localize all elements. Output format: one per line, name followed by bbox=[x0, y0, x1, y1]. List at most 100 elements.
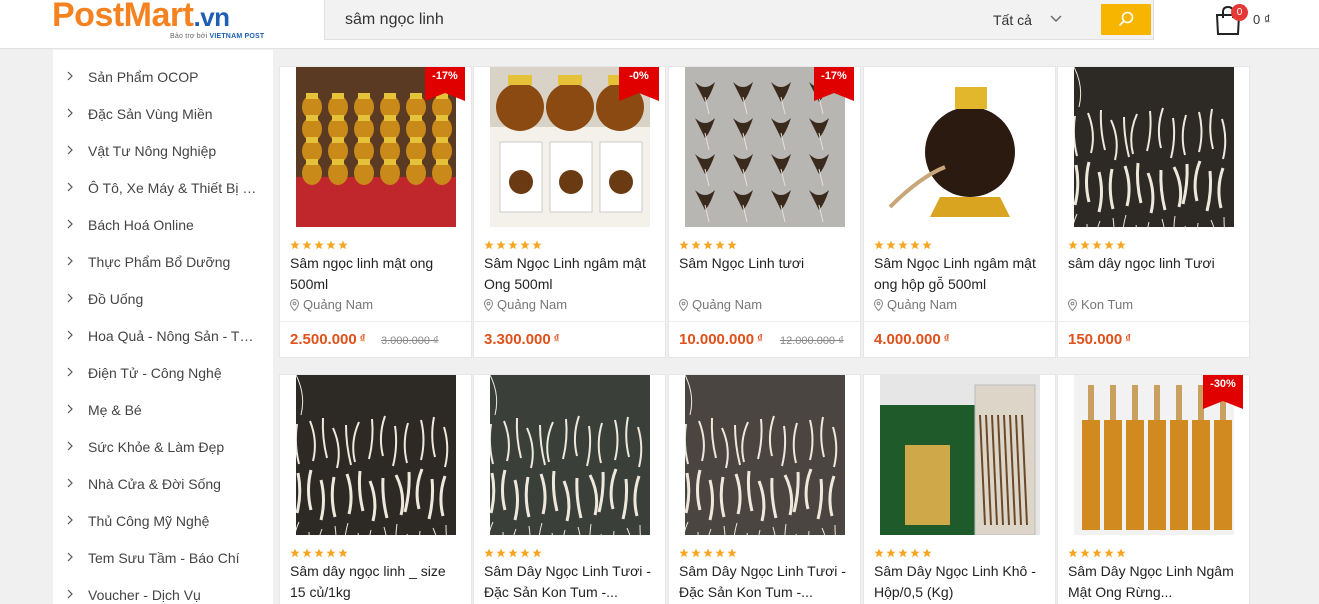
product-image[interactable] bbox=[1074, 67, 1234, 227]
product-price: 2.500.000 ₫ bbox=[290, 331, 366, 348]
chevron-right-icon bbox=[67, 515, 73, 525]
card-divider bbox=[474, 321, 665, 322]
product-location: Quảng Nam bbox=[678, 297, 762, 312]
product-old-price: 3.000.000 ₫ bbox=[381, 335, 439, 347]
sidebar-item-label: Vật Tư Nông Nghiệp bbox=[88, 142, 217, 159]
logo-tld: .vn bbox=[193, 2, 230, 32]
product-name[interactable]: Sâm Dây Ngọc Linh Khô - Hộp/0,5 (Kg) bbox=[874, 561, 1049, 603]
product-price: 10.000.000 ₫ bbox=[679, 331, 763, 348]
product-card[interactable]: -17% Sâm Ngọc Linh tươi Quảng Nam 10.000.00… bbox=[668, 66, 861, 358]
product-card[interactable]: -17% Sâm ngọc linh mật ong 500ml Quảng Nam… bbox=[279, 66, 472, 358]
rating-stars bbox=[290, 237, 350, 250]
search-button[interactable] bbox=[1101, 4, 1151, 35]
product-card[interactable]: -0% Sâm Ngọc Linh ngâm mật Ong 500ml Quảng… bbox=[473, 66, 666, 358]
product-image[interactable] bbox=[880, 67, 1040, 227]
product-card[interactable]: Sâm Dây Ngọc Linh Tươi - Đặc Sản Kon Tum… bbox=[473, 374, 666, 604]
product-location: Kon Tum bbox=[1067, 297, 1133, 312]
sidebar-item-label: Thủ Công Mỹ Nghệ bbox=[88, 512, 210, 529]
sidebar-item-label: Đặc Sản Vùng Miền bbox=[88, 105, 213, 122]
sidebar-item[interactable]: Hoa Quả - Nông Sản - Thực Phẩm bbox=[53, 317, 273, 354]
sidebar-item[interactable]: Tem Sưu Tầm - Báo Chí bbox=[53, 539, 273, 576]
product-name[interactable]: Sâm Dây Ngọc Linh Tươi - Đặc Sản Kon Tum… bbox=[484, 561, 659, 603]
chevron-right-icon bbox=[67, 552, 73, 562]
product-name[interactable]: Sâm Dây Ngọc Linh Ngâm Mật Ong Rừng... bbox=[1068, 561, 1243, 603]
category-sidebar: Sản Phẩm OCOP Đặc Sản Vùng Miền Vật Tư Nôn… bbox=[53, 50, 273, 604]
logo-sub-small: Bảo trợ bởi bbox=[170, 33, 208, 40]
logo-tagline: Bảo trợ bởi VIETNAM POST bbox=[170, 33, 264, 40]
chevron-right-icon bbox=[67, 330, 73, 340]
sidebar-item[interactable]: Voucher - Dịch Vụ bbox=[53, 576, 273, 604]
search-category-select[interactable]: Tất cả bbox=[993, 0, 1032, 40]
chevron-right-icon bbox=[67, 404, 73, 414]
product-card[interactable]: sâm dây ngọc linh Tươi Kon Tum 150.000 ₫ bbox=[1057, 66, 1250, 358]
chevron-right-icon bbox=[67, 478, 73, 488]
product-card[interactable]: Sâm Dây Ngọc Linh Khô - Hộp/0,5 (Kg) bbox=[863, 374, 1056, 604]
sidebar-item[interactable]: Thủ Công Mỹ Nghệ bbox=[53, 502, 273, 539]
product-old-price: 12.000.000 ₫ bbox=[780, 335, 844, 347]
product-image[interactable] bbox=[880, 375, 1040, 535]
rating-stars bbox=[290, 545, 350, 558]
discount-badge: -17% bbox=[425, 67, 465, 101]
chevron-right-icon bbox=[67, 71, 73, 81]
rating-stars bbox=[679, 545, 739, 558]
chevron-right-icon bbox=[67, 589, 73, 599]
logo-main: PostMart bbox=[52, 0, 194, 34]
rating-stars bbox=[484, 545, 544, 558]
sidebar-item[interactable]: Đồ Uống bbox=[53, 280, 273, 317]
product-name[interactable]: Sâm Ngọc Linh ngâm mật Ong 500ml bbox=[484, 253, 659, 295]
product-name[interactable]: Sâm Ngọc Linh ngâm mật ong hộp gỗ 500ml bbox=[874, 253, 1049, 295]
product-image[interactable] bbox=[296, 375, 456, 535]
sidebar-item[interactable]: Sản Phẩm OCOP bbox=[53, 58, 273, 95]
sidebar-item[interactable]: Sức Khỏe & Làm Đẹp bbox=[53, 428, 273, 465]
search-icon bbox=[1118, 11, 1134, 27]
product-name[interactable]: Sâm Dây Ngọc Linh Tươi - Đặc Sản Kon Tum… bbox=[679, 561, 854, 603]
sidebar-item[interactable]: Điện Tử - Công Nghệ bbox=[53, 354, 273, 391]
product-image[interactable] bbox=[685, 375, 845, 535]
sidebar-item-label: Ô Tô, Xe Máy & Thiết Bị Định Vị bbox=[88, 179, 260, 196]
sidebar-item-label: Thực Phẩm Bổ Dưỡng bbox=[88, 253, 231, 270]
sidebar-item[interactable]: Ô Tô, Xe Máy & Thiết Bị Định Vị bbox=[53, 169, 273, 206]
cart-total[interactable]: 0 ₫ bbox=[1253, 12, 1271, 27]
product-name[interactable]: sâm dây ngọc linh Tươi bbox=[1068, 253, 1243, 274]
chevron-right-icon bbox=[67, 219, 73, 229]
rating-stars bbox=[874, 237, 934, 250]
product-card[interactable]: Sâm dây ngọc linh _ size 15 củ/1kg bbox=[279, 374, 472, 604]
product-name[interactable]: Sâm dây ngọc linh _ size 15 củ/1kg bbox=[290, 561, 465, 603]
sidebar-item[interactable]: Nhà Cửa & Đời Sống bbox=[53, 465, 273, 502]
product-card[interactable]: Sâm Ngọc Linh ngâm mật ong hộp gỗ 500ml Q… bbox=[863, 66, 1056, 358]
sidebar-item-label: Bách Hoá Online bbox=[88, 216, 194, 233]
product-card[interactable]: Sâm Dây Ngọc Linh Tươi - Đặc Sản Kon Tum… bbox=[668, 374, 861, 604]
discount-badge: -30% bbox=[1203, 375, 1243, 409]
product-name[interactable]: Sâm ngọc linh mật ong 500ml bbox=[290, 253, 465, 295]
map-pin-icon bbox=[289, 298, 300, 312]
sidebar-item[interactable]: Đặc Sản Vùng Miền bbox=[53, 95, 273, 132]
chevron-right-icon bbox=[67, 293, 73, 303]
sidebar-item[interactable]: Mẹ & Bé bbox=[53, 391, 273, 428]
sidebar-item[interactable]: Vật Tư Nông Nghiệp bbox=[53, 132, 273, 169]
map-pin-icon bbox=[873, 298, 884, 312]
chevron-right-icon bbox=[67, 441, 73, 451]
sidebar-item-label: Voucher - Dịch Vụ bbox=[88, 586, 201, 603]
product-image[interactable] bbox=[490, 375, 650, 535]
sidebar-item-label: Nhà Cửa & Đời Sống bbox=[88, 475, 221, 492]
search-bar: Tất cả bbox=[324, 0, 1154, 40]
logo-wordmark: PostMart.vn bbox=[52, 0, 282, 36]
sidebar-item-label: Điện Tử - Công Nghệ bbox=[88, 364, 222, 381]
sidebar-item-label: Hoa Quả - Nông Sản - Thực Phẩm bbox=[88, 327, 260, 344]
sidebar-item[interactable]: Thực Phẩm Bổ Dưỡng bbox=[53, 243, 273, 280]
sidebar-item[interactable]: Bách Hoá Online bbox=[53, 206, 273, 243]
logo-sub: VIETNAM POST bbox=[209, 33, 265, 40]
chevron-down-icon[interactable] bbox=[1049, 12, 1063, 26]
product-name[interactable]: Sâm Ngọc Linh tươi bbox=[679, 253, 854, 274]
chevron-right-icon bbox=[67, 145, 73, 155]
search-input[interactable] bbox=[345, 0, 945, 40]
postmart-logo[interactable]: PostMart.vn Bảo trợ bởi VIETNAM POST bbox=[52, 0, 282, 44]
map-pin-icon bbox=[678, 298, 689, 312]
sidebar-item-label: Tem Sưu Tầm - Báo Chí bbox=[88, 549, 240, 566]
rating-stars bbox=[874, 545, 934, 558]
product-card[interactable]: -30% Sâm Dây Ngọc Linh Ngâm Mật Ong Rừng.… bbox=[1057, 374, 1250, 604]
card-divider bbox=[1058, 321, 1249, 322]
sidebar-item-label: Đồ Uống bbox=[88, 290, 144, 307]
discount-badge: -0% bbox=[619, 67, 659, 101]
card-divider bbox=[669, 321, 860, 322]
